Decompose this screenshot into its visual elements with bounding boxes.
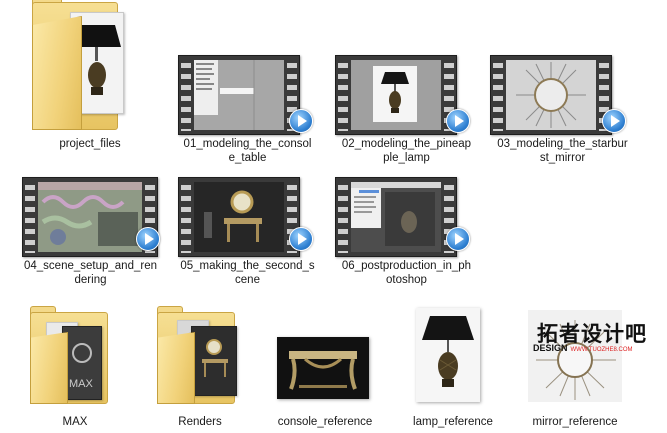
file-label: project_files (59, 138, 121, 150)
play-icon (602, 109, 626, 133)
video-05-making-second-scene[interactable]: 05_making_the_second_s cene (175, 177, 320, 297)
file-label: 02_modeling_the_pineap ple_lamp (341, 138, 472, 164)
folder-max[interactable]: MAX MAX (20, 300, 130, 433)
svg-text:MAX: MAX (69, 378, 94, 390)
image-console-reference[interactable]: console_reference (265, 300, 395, 433)
play-icon (289, 227, 313, 251)
file-label: 01_modeling_the_consol e_table (183, 138, 312, 164)
play-icon (446, 109, 470, 133)
folder-renders[interactable]: Renders (145, 300, 255, 433)
video-03-modeling-starburst-mirror[interactable]: 03_modeling_the_starbur st_mirror (490, 55, 635, 175)
play-icon (136, 227, 160, 251)
image-thumbnail (277, 337, 369, 399)
file-label: 03_modeling_the_starbur st_mirror (497, 138, 628, 164)
watermark-subtitle: DESIGN WWW.TUOZHE8.COM (533, 343, 633, 353)
image-lamp-reference[interactable]: lamp_reference (398, 300, 508, 433)
file-label: 06_postproduction_in_ph otoshop (341, 260, 472, 286)
play-icon (289, 109, 313, 133)
play-icon (446, 227, 470, 251)
watermark-logo: 拓者设计吧 DESIGN WWW.TUOZHE8.COM (527, 318, 667, 358)
video-02-modeling-pineapple-lamp[interactable]: 02_modeling_the_pineap ple_lamp (334, 55, 479, 175)
video-thumbnail (490, 55, 612, 135)
folder-project-files[interactable]: project_files (0, 0, 140, 150)
file-label: Renders (178, 416, 222, 428)
video-04-scene-setup-rendering[interactable]: 04_scene_setup_and_ren dering (18, 177, 163, 297)
video-thumbnail (178, 55, 300, 135)
file-label: lamp_reference (413, 416, 493, 428)
file-label: console_reference (277, 416, 373, 428)
folder-icon (28, 0, 124, 132)
file-label: mirror_reference (532, 416, 618, 428)
file-label: MAX (62, 416, 88, 428)
video-06-postproduction-photoshop[interactable]: 06_postproduction_in_ph otoshop (334, 177, 479, 297)
folder-icon: MAX (28, 306, 108, 404)
image-thumbnail (416, 308, 480, 402)
video-thumbnail (335, 55, 457, 135)
video-thumbnail (335, 177, 457, 257)
file-label: 05_making_the_second_s cene (180, 260, 315, 286)
video-thumbnail (178, 177, 300, 257)
folder-icon (155, 306, 237, 404)
video-01-modeling-console-table[interactable]: 01_modeling_the_consol e_table (175, 55, 320, 175)
file-label: 04_scene_setup_and_ren dering (23, 260, 157, 286)
